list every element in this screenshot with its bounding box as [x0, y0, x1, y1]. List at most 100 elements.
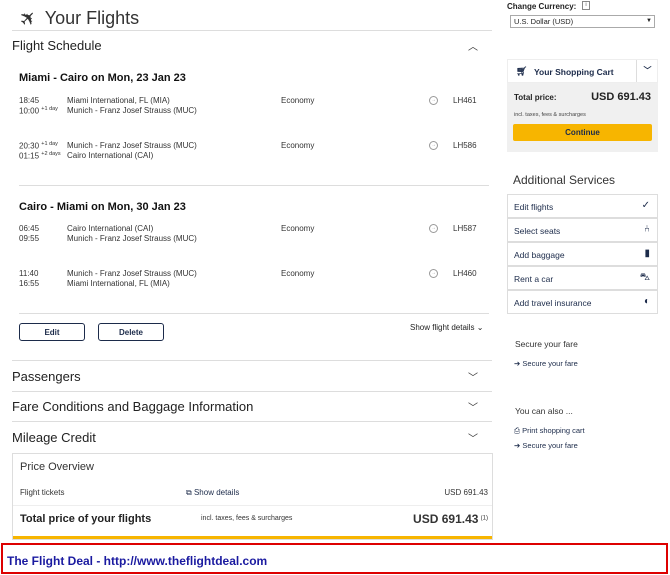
- arrival-time: 10:00 +1 day: [19, 106, 58, 116]
- print-cart-link[interactable]: ⎙ Print shopping cart: [514, 426, 585, 436]
- car-icon: ⛍: [639, 272, 650, 283]
- shopping-cart-header[interactable]: 🛒︎ Your Shopping Cart ﹀: [507, 59, 658, 83]
- page-title: ✈ Your Flights: [15, 5, 140, 32]
- cart-total-label: Total price:: [514, 93, 557, 102]
- cabin-class: Economy: [281, 96, 315, 105]
- shopping-cart-title: Your Shopping Cart: [534, 67, 614, 77]
- delete-button[interactable]: Delete: [98, 323, 164, 341]
- price-overview-title: Price Overview: [20, 461, 94, 473]
- route-title: Cairo - Miami on Mon, 30 Jan 23: [19, 201, 186, 213]
- mileage-credit-title: Mileage Credit: [12, 430, 96, 445]
- accent-bar: [13, 536, 492, 539]
- secure-fare-title: Secure your fare: [515, 339, 578, 349]
- info-icon[interactable]: i: [582, 1, 590, 10]
- departure-airport: Miami International, FL (MIA): [67, 96, 170, 105]
- service-select-seats[interactable]: Select seats ⑃: [507, 218, 658, 242]
- departure-time: 06:45: [19, 224, 40, 233]
- departure-time: 11:40: [19, 269, 39, 278]
- page-title-text: Your Flights: [44, 8, 140, 28]
- also-title: You can also ...: [515, 406, 573, 416]
- service-rent-car[interactable]: Rent a car ⛍: [507, 266, 658, 290]
- show-flight-details-link[interactable]: Show flight details ⌄: [410, 323, 483, 332]
- flight-number: LH461: [453, 96, 477, 105]
- currency-label: Change Currency:: [507, 2, 577, 11]
- passengers-title: Passengers: [12, 369, 81, 384]
- chevron-down-icon[interactable]: ﹀: [636, 60, 658, 82]
- chevron-down-icon[interactable]: ﹀: [468, 399, 478, 414]
- divider: [12, 391, 492, 392]
- divider: [12, 360, 492, 361]
- secure-fare-link-2[interactable]: ➔ Secure your fare: [514, 441, 578, 450]
- continue-button[interactable]: Continue: [513, 124, 652, 141]
- printer-icon: ⎙: [514, 426, 520, 435]
- flight-number: LH586: [453, 141, 477, 150]
- cart-total-value: USD 691.43: [591, 91, 651, 103]
- info-circle-icon[interactable]: →: [429, 96, 438, 105]
- mileage-credit-header[interactable]: Mileage Credit ﹀: [12, 430, 492, 445]
- edit-button[interactable]: Edit: [19, 323, 85, 341]
- currency-select[interactable]: U.S. Dollar (USD) ▼: [510, 15, 655, 28]
- price-overview: Price Overview Flight tickets ⧉ Show det…: [12, 453, 493, 540]
- flight-schedule-header[interactable]: Flight Schedule ︿: [12, 38, 492, 53]
- arrival-airport: Cairo International (CAI): [67, 151, 154, 160]
- info-circle-icon[interactable]: →: [429, 224, 438, 233]
- shield-icon: ◐: [643, 296, 650, 307]
- total-label: Total price of your flights: [20, 513, 152, 525]
- service-travel-insurance[interactable]: Add travel insurance ◐: [507, 290, 658, 314]
- flight-number: LH460: [453, 269, 477, 278]
- departure-airport: Munich - Franz Josef Strauss (MUC): [67, 141, 197, 150]
- total-row: Total price of your flights incl. taxes,…: [20, 512, 488, 527]
- baggage-icon: ▮: [644, 248, 650, 259]
- service-add-baggage[interactable]: Add baggage ▮: [507, 242, 658, 266]
- arrival-airport: Munich - Franz Josef Strauss (MUC): [67, 234, 197, 243]
- dropdown-arrow-icon: ▼: [646, 18, 652, 24]
- arrival-time: 01:15 +2 days: [19, 151, 61, 161]
- check-icon: ✓: [641, 200, 650, 211]
- info-circle-icon[interactable]: →: [429, 269, 438, 278]
- total-value: USD 691.43 (1): [413, 512, 488, 526]
- divider: [12, 30, 492, 31]
- shopping-cart: 🛒︎ Your Shopping Cart ﹀ Total price: USD…: [507, 59, 658, 152]
- divider: [13, 505, 492, 506]
- chevron-down-icon[interactable]: ﹀: [468, 369, 478, 384]
- service-edit-flights[interactable]: Edit flights ✓: [507, 194, 658, 218]
- cart-note: incl. taxes, fees & surcharges: [514, 112, 586, 118]
- copy-icon: ⧉: [186, 488, 192, 497]
- departure-airport: Cairo International (CAI): [67, 224, 154, 233]
- divider: [12, 421, 492, 422]
- divider: [19, 313, 489, 314]
- total-note: incl. taxes, fees & surcharges: [201, 515, 293, 522]
- flight-schedule-title: Flight Schedule: [12, 38, 102, 53]
- arrow-right-icon: ➔: [514, 359, 521, 368]
- flight-tickets-label: Flight tickets: [20, 488, 65, 497]
- arrow-right-icon: ➔: [514, 441, 521, 450]
- additional-services-title: Additional Services: [513, 173, 616, 187]
- show-details-link[interactable]: ⧉ Show details: [186, 488, 239, 498]
- cart-icon: 🛒︎: [516, 66, 528, 76]
- arrival-time: 09:55: [19, 234, 40, 243]
- cabin-class: Economy: [281, 141, 315, 150]
- arrival-airport: Miami International, FL (MIA): [67, 279, 170, 288]
- flight-number: LH587: [453, 224, 477, 233]
- fare-conditions-header[interactable]: Fare Conditions and Baggage Information …: [12, 399, 492, 414]
- cabin-class: Economy: [281, 269, 315, 278]
- arrival-time: 16:55: [19, 279, 40, 288]
- passengers-header[interactable]: Passengers ﹀: [12, 369, 492, 384]
- flight-tickets-value: USD 691.43: [444, 488, 488, 497]
- departure-airport: Munich - Franz Josef Strauss (MUC): [67, 269, 197, 278]
- departure-time: 18:45: [19, 96, 40, 105]
- divider: [19, 185, 489, 186]
- airplane-icon: ✈: [15, 5, 43, 33]
- info-circle-icon[interactable]: →: [429, 141, 438, 150]
- arrival-airport: Munich - Franz Josef Strauss (MUC): [67, 106, 197, 115]
- secure-fare-link[interactable]: ➔ Secure your fare: [514, 359, 578, 368]
- seat-icon: ⑃: [644, 224, 650, 235]
- chevron-up-icon[interactable]: ︿: [468, 38, 478, 53]
- footer-banner: The Flight Deal - http://www.theflightde…: [1, 543, 668, 574]
- fare-conditions-title: Fare Conditions and Baggage Information: [12, 399, 254, 414]
- chevron-down-icon: ⌄: [476, 323, 484, 332]
- footer-text[interactable]: The Flight Deal - http://www.theflightde…: [7, 554, 267, 568]
- chevron-down-icon[interactable]: ﹀: [468, 430, 478, 445]
- route-title: Miami - Cairo on Mon, 23 Jan 23: [19, 72, 186, 84]
- departure-time: 20:30 +1 day: [19, 141, 58, 151]
